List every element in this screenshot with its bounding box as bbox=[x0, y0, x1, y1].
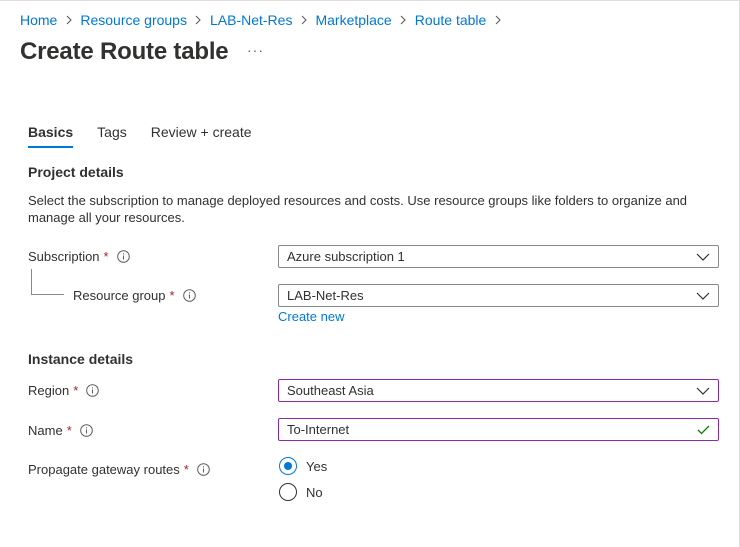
name-value: To-Internet bbox=[287, 422, 350, 437]
radio-yes-circle[interactable] bbox=[279, 457, 297, 475]
chevron-right-icon bbox=[292, 15, 315, 25]
chevron-right-icon bbox=[392, 15, 415, 25]
radio-no-label: No bbox=[306, 484, 323, 500]
breadcrumb-lab-net-res[interactable]: LAB-Net-Res bbox=[210, 12, 292, 28]
region-dropdown[interactable]: Southeast Asia bbox=[278, 379, 719, 402]
region-label: Region * bbox=[28, 383, 100, 398]
radio-yes-label: Yes bbox=[306, 458, 328, 474]
tree-connector bbox=[31, 294, 64, 295]
top-border bbox=[0, 0, 740, 1]
name-label-text: Name bbox=[28, 423, 63, 438]
required-marker: * bbox=[73, 383, 79, 398]
region-label-text: Region bbox=[28, 383, 70, 398]
propagate-label-text: Propagate gateway routes bbox=[28, 462, 180, 477]
required-marker: * bbox=[66, 423, 72, 438]
instance-details-heading: Instance details bbox=[28, 351, 134, 367]
project-details-heading: Project details bbox=[28, 164, 124, 180]
chevron-right-icon bbox=[486, 15, 509, 25]
radio-yes[interactable]: Yes bbox=[279, 457, 327, 475]
info-icon[interactable] bbox=[197, 463, 210, 476]
required-marker: * bbox=[103, 249, 109, 264]
required-marker: * bbox=[183, 462, 189, 477]
info-icon[interactable] bbox=[86, 384, 100, 397]
chevron-down-icon bbox=[696, 292, 710, 300]
breadcrumb-route-table[interactable]: Route table bbox=[415, 12, 487, 28]
checkmark-icon bbox=[697, 425, 710, 434]
page-title: Create Route table bbox=[20, 38, 229, 65]
project-details-description: Select the subscription to manage deploy… bbox=[28, 193, 688, 225]
subscription-label: Subscription * bbox=[28, 249, 130, 264]
name-input[interactable]: To-Internet bbox=[278, 418, 719, 441]
subscription-label-text: Subscription bbox=[28, 249, 100, 264]
breadcrumb: Home Resource groups LAB-Net-Res Marketp… bbox=[20, 11, 509, 29]
required-marker: * bbox=[169, 288, 175, 303]
tree-connector bbox=[31, 269, 32, 294]
tab-review-create[interactable]: Review + create bbox=[151, 124, 252, 148]
info-icon[interactable] bbox=[79, 424, 93, 437]
info-icon[interactable] bbox=[182, 289, 196, 302]
propagate-gateway-routes-label: Propagate gateway routes * bbox=[28, 462, 210, 477]
create-new-link[interactable]: Create new bbox=[278, 309, 344, 324]
breadcrumb-home[interactable]: Home bbox=[20, 12, 57, 28]
resource-group-value: LAB-Net-Res bbox=[287, 288, 364, 303]
radio-no-circle[interactable] bbox=[279, 483, 297, 501]
tab-tags[interactable]: Tags bbox=[97, 124, 127, 148]
breadcrumb-resource-groups[interactable]: Resource groups bbox=[80, 12, 187, 28]
resource-group-label: Resource group * bbox=[73, 288, 196, 303]
subscription-dropdown[interactable]: Azure subscription 1 bbox=[278, 245, 719, 268]
info-icon[interactable] bbox=[116, 250, 130, 263]
resource-group-label-text: Resource group bbox=[73, 288, 166, 303]
tab-basics[interactable]: Basics bbox=[28, 124, 74, 148]
radio-no[interactable]: No bbox=[279, 483, 323, 501]
chevron-right-icon bbox=[57, 15, 80, 25]
region-value: Southeast Asia bbox=[287, 383, 374, 398]
more-options-button[interactable]: ··· bbox=[247, 42, 264, 58]
chevron-down-icon bbox=[696, 253, 710, 261]
chevron-down-icon bbox=[696, 387, 710, 395]
resource-group-dropdown[interactable]: LAB-Net-Res bbox=[278, 284, 719, 307]
chevron-right-icon bbox=[187, 15, 210, 25]
name-label: Name * bbox=[28, 423, 93, 438]
breadcrumb-marketplace[interactable]: Marketplace bbox=[315, 12, 391, 28]
tab-bar: Basics Tags Review + create bbox=[28, 124, 276, 148]
subscription-value: Azure subscription 1 bbox=[287, 249, 405, 264]
